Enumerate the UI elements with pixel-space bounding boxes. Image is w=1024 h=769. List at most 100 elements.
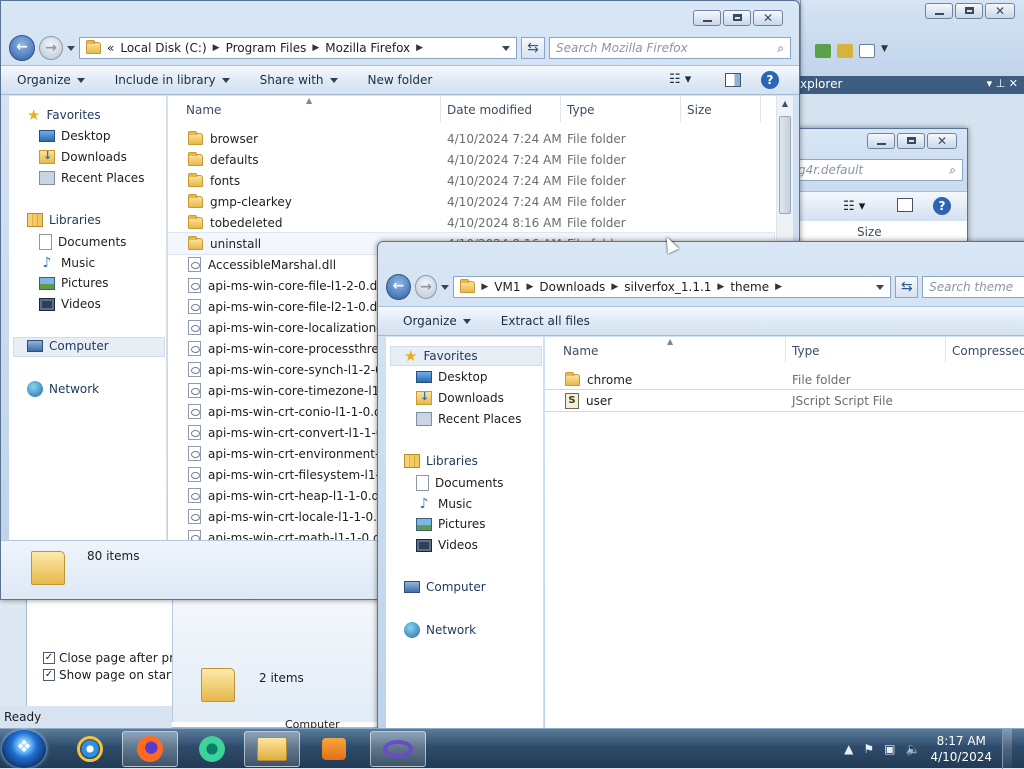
nav-recent-places[interactable]: Recent Places [416,412,521,426]
checkbox-icon[interactable]: ✓ [43,652,55,664]
breadcrumb-silverfox[interactable]: silverfox_1.1.1 [624,280,711,294]
background-close-button[interactable]: ✕ [985,3,1015,19]
column-divider[interactable] [760,96,761,122]
maximize-button[interactable] [723,10,751,26]
clock[interactable]: 8:17 AM 4/10/2024 [930,733,992,765]
breadcrumb-program-files[interactable]: Program Files [226,41,307,55]
show-desktop-button[interactable] [1002,729,1012,769]
file-row[interactable]: chrome File folder [545,369,1024,390]
chevron-right-icon[interactable]: ▶ [611,282,618,292]
chevron-right-icon[interactable]: ▶ [481,282,488,292]
chevron-right-icon[interactable]: ▶ [775,282,782,292]
file-row[interactable]: browser 4/10/2024 7:24 AM File folder [168,128,774,149]
column-header-name[interactable]: Name [563,344,598,358]
search-input[interactable]: Search theme [922,276,1024,298]
chevron-right-icon[interactable]: ▶ [526,282,533,292]
column-header-type[interactable]: Type [792,344,820,358]
address-bar[interactable]: « Local Disk (C:) ▶ Program Files ▶ Mozi… [79,37,517,59]
back-button[interactable]: ← [9,35,35,61]
breadcrumb-downloads[interactable]: Downloads [539,280,605,294]
column-divider[interactable] [560,96,561,122]
checkbox-show-startup[interactable]: ✓ Show page on startup [43,668,191,682]
nav-network[interactable]: Network [404,622,476,638]
toolbar-icon[interactable] [815,44,831,58]
background-minimize-button[interactable] [925,3,953,19]
nav-recent-places[interactable]: Recent Places [39,171,144,185]
taskbar-internet-explorer[interactable] [62,731,118,767]
recent-pages-dropdown[interactable] [67,45,75,51]
taskbar-firefox[interactable] [122,731,178,767]
nav-desktop[interactable]: Desktop [416,370,488,384]
breadcrumb-mozilla-firefox[interactable]: Mozilla Firefox [325,41,410,55]
refresh-button[interactable]: ⇆ [895,276,919,298]
back-button[interactable]: ← [386,274,411,300]
taskbar-visual-studio[interactable] [370,731,426,767]
nav-favorites[interactable]: ★ Favorites [27,108,101,123]
file-row[interactable]: tobedeleted 4/10/2024 8:16 AM File folder [168,212,774,233]
checkbox-close-page[interactable]: ✓ Close page after proje [43,651,192,665]
close-button[interactable]: ✕ [753,10,783,26]
nav-computer[interactable]: Computer [404,580,486,594]
nav-desktop[interactable]: Desktop [39,129,111,143]
chevron-right-icon[interactable]: ▶ [717,282,724,292]
chevron-right-icon[interactable]: ▶ [312,43,319,53]
column-divider[interactable] [945,337,946,363]
toolbar-icon[interactable] [859,44,875,58]
column-divider[interactable] [785,337,786,363]
nav-libraries[interactable]: Libraries [27,213,101,227]
organize-menu[interactable]: Organize [17,73,85,87]
start-button[interactable] [2,730,46,768]
taskbar-media-center[interactable] [184,731,240,767]
nav-libraries[interactable]: Libraries [404,454,478,468]
nav-pictures[interactable]: Pictures [39,276,109,290]
breadcrumb-theme[interactable]: theme [730,280,769,294]
background-maximize-button[interactable] [955,3,983,19]
recent-pages-dropdown[interactable] [441,284,450,290]
nav-videos[interactable]: Videos [39,297,101,311]
new-folder-button[interactable]: New folder [368,73,433,87]
scroll-thumb[interactable] [779,116,791,214]
action-center-flag-icon[interactable]: ⚑ [863,742,874,756]
forward-button[interactable]: → [414,275,438,299]
nav-downloads[interactable]: Downloads [39,149,127,164]
toolbar-icon[interactable] [837,44,853,58]
view-icon[interactable]: ☷ ▾ [843,199,865,214]
chevron-right-icon[interactable]: ▶ [213,43,220,53]
column-header-compressed-size[interactable]: Compressed s [952,344,1024,358]
refresh-button[interactable]: ⇆ [521,37,545,59]
help-icon[interactable]: ? [761,71,779,89]
panel-pin-close[interactable]: ▾ ⊥ ✕ [987,77,1018,90]
nav-downloads[interactable]: Downloads [416,390,504,405]
nav-computer[interactable]: Computer [27,339,109,353]
scroll-up-icon[interactable]: ▲ [777,96,793,112]
nav-documents[interactable]: Documents [416,475,503,491]
column-header-date-modified[interactable]: Date modified [447,103,532,117]
preview-pane-icon[interactable] [897,198,913,212]
column-divider[interactable] [680,96,681,122]
file-row[interactable]: Suser JScript Script File [545,389,1024,412]
include-in-library-menu[interactable]: Include in library [115,73,230,87]
nav-documents[interactable]: Documents [39,234,126,250]
column-header-type[interactable]: Type [567,103,595,117]
file-row[interactable]: gmp-clearkey 4/10/2024 7:24 AM File folder [168,191,774,212]
breadcrumb-local-disk[interactable]: Local Disk (C:) [120,41,206,55]
nav-network[interactable]: Network [27,381,99,397]
bg-explorer-col-size[interactable]: Size [857,225,882,239]
bg-explorer-close-button[interactable]: ✕ [927,133,957,149]
bg-explorer-maximize-button[interactable] [897,133,925,149]
file-row[interactable]: fonts 4/10/2024 7:24 AM File folder [168,170,774,191]
address-dropdown[interactable] [502,45,510,51]
address-dropdown[interactable] [876,284,885,290]
taskbar-windows-explorer[interactable] [244,731,300,767]
breadcrumb-overflow[interactable]: « [107,41,114,55]
nav-videos[interactable]: Videos [416,538,478,552]
nav-music[interactable]: ♪ Music [39,255,96,271]
forward-button[interactable]: → [39,36,63,60]
bg-explorer-minimize-button[interactable] [867,133,895,149]
bg-explorer-search[interactable]: g4r.default ⌕ [791,159,963,181]
minimize-button[interactable] [693,10,721,26]
preview-pane-icon[interactable] [725,73,741,87]
nav-pictures[interactable]: Pictures [416,517,486,531]
nav-favorites[interactable]: ★ Favorites [404,349,478,364]
organize-menu[interactable]: Organize [403,314,471,328]
